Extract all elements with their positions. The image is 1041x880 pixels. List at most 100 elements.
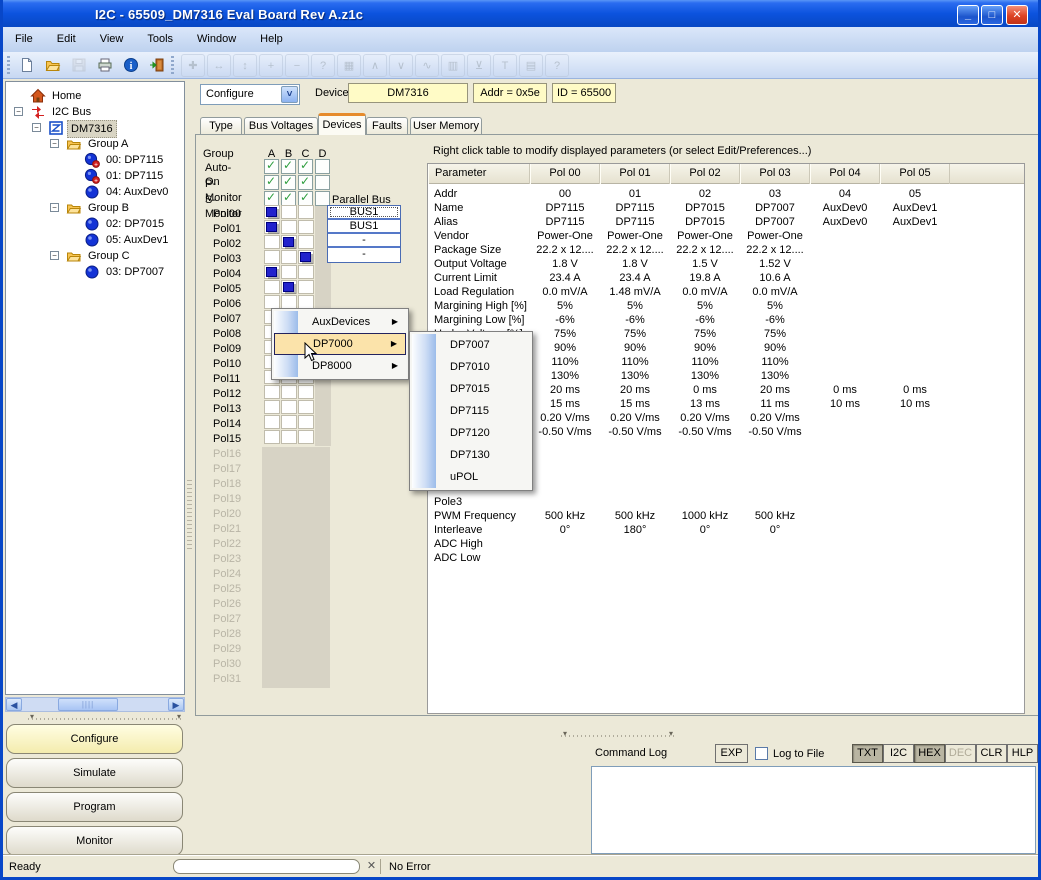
menu-view[interactable]: View: [88, 27, 136, 52]
submenu-item-dp7010[interactable]: DP7010: [412, 356, 530, 378]
table-row[interactable]: VendorPower-OnePower-OnePower-OnePower-O…: [428, 229, 1024, 243]
nav-button-simulate[interactable]: Simulate: [6, 758, 183, 788]
scroll-left-icon[interactable]: ◀: [6, 698, 22, 711]
toolbar-grip[interactable]: [7, 56, 10, 74]
scroll-right-icon[interactable]: ▶: [168, 698, 184, 711]
table-row[interactable]: Addr000102030405: [428, 187, 1024, 201]
submenu-item-upol[interactable]: uPOL: [412, 466, 530, 488]
submenu-item-dp7130[interactable]: DP7130: [412, 444, 530, 466]
pol-cell-pol05-a[interactable]: [264, 280, 280, 294]
exit-icon[interactable]: [145, 54, 169, 77]
pol-cell-pol15-b[interactable]: [281, 430, 297, 444]
table-row[interactable]: Output Voltage1.8 V1.8 V1.5 V1.52 V: [428, 257, 1024, 271]
tree-hscrollbar[interactable]: ◀ ▶: [5, 697, 185, 712]
title-bar[interactable]: I2C - 65509_DM7316 Eval Board Rev A.z1c …: [0, 0, 1041, 30]
tree-item-00-dp7115[interactable]: +00: DP7115: [6, 152, 184, 168]
log-format-button-hlp[interactable]: HLP: [1007, 744, 1038, 763]
checkbox-s-monitor-b[interactable]: ✓: [281, 191, 296, 206]
log-splitter[interactable]: ▾ ▾: [561, 732, 675, 739]
tree-item-04-auxdev0[interactable]: 04: AuxDev0: [6, 184, 184, 200]
tree-item-i2c-bus[interactable]: −I2C Bus: [6, 104, 184, 120]
tree-expander-icon[interactable]: −: [50, 203, 59, 212]
pol-cell-pol04-a[interactable]: [264, 265, 280, 279]
log-format-button-clr[interactable]: CLR: [976, 744, 1007, 763]
table-row[interactable]: AliasDP7115DP7115DP7015DP7007AuxDev0AuxD…: [428, 215, 1024, 229]
menu-tools[interactable]: Tools: [135, 27, 185, 52]
tab-type[interactable]: Type: [200, 117, 242, 135]
table-row[interactable]: Load Regulation0.0 mV/A1.48 mV/A0.0 mV/A…: [428, 285, 1024, 299]
table-row[interactable]: Pole3: [428, 495, 1024, 509]
tree-item-group-c[interactable]: −Group C: [6, 248, 184, 264]
tree-item-05-auxdev1[interactable]: 05: AuxDev1: [6, 232, 184, 248]
submenu-item-dp7007[interactable]: DP7007: [412, 334, 530, 356]
parallel-bus-entry[interactable]: BUS1: [328, 206, 400, 220]
tab-bus-voltages[interactable]: Bus Voltages: [244, 117, 318, 135]
pol-cell-pol06-b[interactable]: [281, 295, 297, 309]
submenu-item-dp7115[interactable]: DP7115: [412, 400, 530, 422]
minimize-button[interactable]: _: [957, 5, 979, 25]
parallel-bus-list[interactable]: BUS1BUS1--: [327, 205, 401, 263]
print-icon[interactable]: [93, 54, 117, 77]
tree-item-dm7316[interactable]: −DM7316: [6, 120, 184, 136]
menu-file[interactable]: File: [3, 27, 45, 52]
checkbox-auto-on-c[interactable]: ✓: [298, 159, 313, 174]
checkbox-auto-on-b[interactable]: ✓: [281, 159, 296, 174]
table-row[interactable]: ADC High: [428, 537, 1024, 551]
pol-cell-pol02-b[interactable]: [281, 235, 297, 249]
pol-cell-pol06-c[interactable]: [298, 295, 314, 309]
pol-cell-pol12-c[interactable]: [298, 385, 314, 399]
pol-cell-pol02-a[interactable]: [264, 235, 280, 249]
toolbar-grip-2[interactable]: [171, 56, 174, 74]
pol-cell-pol05-c[interactable]: [298, 280, 314, 294]
tree-expander-icon[interactable]: −: [50, 251, 59, 260]
pol-cell-pol00-b[interactable]: [281, 205, 297, 219]
pol-cell-pol04-c[interactable]: [298, 265, 314, 279]
pol-cell-pol03-c[interactable]: [298, 250, 314, 264]
log-format-button-txt[interactable]: TXT: [852, 744, 883, 763]
table-row[interactable]: Interleave0°180°0°0°: [428, 523, 1024, 537]
table-row[interactable]: PWM Frequency500 kHz500 kHz1000 kHz500 k…: [428, 509, 1024, 523]
pol-cell-pol06-a[interactable]: [264, 295, 280, 309]
pol-cell-pol01-a[interactable]: [264, 220, 280, 234]
submenu-item-dp7015[interactable]: DP7015: [412, 378, 530, 400]
about-icon[interactable]: i: [119, 54, 143, 77]
checkbox-s-monitor-d[interactable]: [315, 191, 330, 206]
nav-button-monitor[interactable]: Monitor: [6, 826, 183, 856]
pol-cell-pol12-b[interactable]: [281, 385, 297, 399]
tab-devices[interactable]: Devices: [318, 113, 366, 135]
checkbox-p-monitor-b[interactable]: ✓: [281, 175, 296, 190]
tab-faults[interactable]: Faults: [366, 117, 408, 135]
mode-combobox[interactable]: Configure ˅: [200, 84, 300, 105]
nav-button-program[interactable]: Program: [6, 792, 183, 822]
export-button[interactable]: EXP: [715, 744, 748, 763]
table-row[interactable]: ADC Low: [428, 551, 1024, 565]
tree-item-01-dp7115[interactable]: +01: DP7115: [6, 168, 184, 184]
pol-cell-pol13-a[interactable]: [264, 400, 280, 414]
log-format-button-hex[interactable]: HEX: [914, 744, 945, 763]
pol-cell-pol13-b[interactable]: [281, 400, 297, 414]
tree-item-group-a[interactable]: −Group A: [6, 136, 184, 152]
context-menu-item-auxdevices[interactable]: AuxDevices▶: [274, 311, 406, 333]
table-row[interactable]: NameDP7115DP7115DP7015DP7007AuxDev0AuxDe…: [428, 201, 1024, 215]
log-format-button-i2c[interactable]: I2C: [883, 744, 914, 763]
pol-cell-pol04-b[interactable]: [281, 265, 297, 279]
pol-cell-pol03-a[interactable]: [264, 250, 280, 264]
pol-cell-pol14-a[interactable]: [264, 415, 280, 429]
tree-item-group-b[interactable]: −Group B: [6, 200, 184, 216]
scroll-thumb[interactable]: [58, 698, 118, 711]
table-row[interactable]: Margining Low [%]-6%-6%-6%-6%: [428, 313, 1024, 327]
parallel-bus-entry[interactable]: -: [328, 248, 400, 262]
pol-cell-pol00-c[interactable]: [298, 205, 314, 219]
vertical-splitter[interactable]: [187, 480, 192, 550]
menu-window[interactable]: Window: [185, 27, 248, 52]
new-file-icon[interactable]: [15, 54, 39, 77]
tree-expander-icon[interactable]: −: [32, 123, 41, 132]
tree-item-home[interactable]: Home: [6, 88, 184, 104]
tree-expander-icon[interactable]: −: [14, 107, 23, 116]
parallel-bus-entry[interactable]: -: [328, 234, 400, 248]
tree-item-03-dp7007[interactable]: 03: DP7007: [6, 264, 184, 280]
menu-help[interactable]: Help: [248, 27, 295, 52]
tab-user-memory[interactable]: User Memory: [410, 117, 482, 135]
maximize-button[interactable]: □: [981, 5, 1003, 25]
pol-cell-pol01-b[interactable]: [281, 220, 297, 234]
